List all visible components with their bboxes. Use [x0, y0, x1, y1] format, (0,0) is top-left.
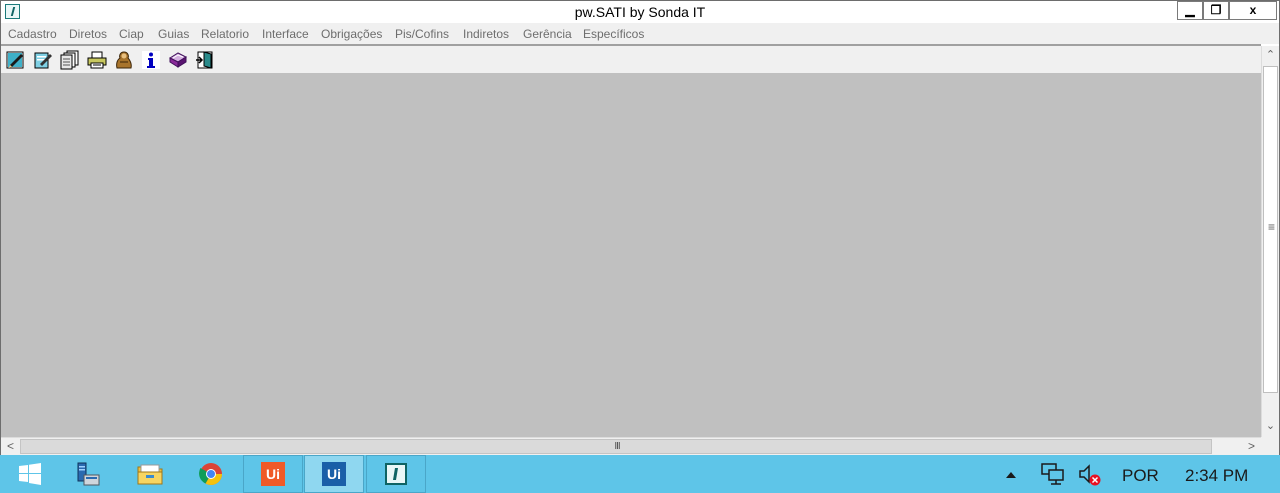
taskbar: Ui Ui POR 2:34 PM: [0, 455, 1280, 493]
show-hidden-icons-icon[interactable]: [1004, 468, 1018, 480]
scrollbar-corner: [1261, 437, 1279, 455]
vertical-grip-icon: ≡: [1267, 220, 1275, 234]
menu-guias[interactable]: Guias: [158, 27, 189, 41]
figure-icon[interactable]: [114, 50, 134, 70]
menu-especificos[interactable]: Específicos: [583, 27, 644, 41]
restore-button[interactable]: ❐: [1203, 1, 1229, 20]
scroll-down-button[interactable]: ⌄: [1262, 418, 1279, 435]
book-icon[interactable]: [168, 50, 188, 70]
menu-bar: Cadastro Diretos Ciap Guias Relatorio In…: [1, 23, 1279, 44]
menu-relatorio[interactable]: Relatorio: [201, 27, 249, 41]
menu-gerencia[interactable]: Gerência: [523, 27, 572, 41]
info-icon[interactable]: [141, 50, 161, 70]
vertical-scrollbar[interactable]: ⌃ ≡ ⌄: [1261, 46, 1279, 437]
menu-obrigacoes[interactable]: Obrigações: [321, 27, 382, 41]
horizontal-grip-icon: III: [614, 441, 620, 452]
menu-cadastro[interactable]: Cadastro: [8, 27, 57, 41]
menu-pis-cofins[interactable]: Pis/Cofins: [395, 27, 449, 41]
menu-diretos[interactable]: Diretos: [69, 27, 107, 41]
scroll-up-button[interactable]: ⌃: [1262, 47, 1279, 64]
printer-icon[interactable]: [87, 50, 107, 70]
network-icon[interactable]: [1040, 462, 1066, 486]
edit-doc-icon[interactable]: [33, 50, 53, 70]
language-indicator[interactable]: POR: [1122, 466, 1159, 486]
scroll-right-button[interactable]: >: [1243, 438, 1260, 455]
clock[interactable]: 2:34 PM: [1185, 466, 1248, 486]
uipath-studio-icon[interactable]: Ui: [243, 455, 303, 493]
file-explorer-icon[interactable]: [120, 455, 180, 493]
mdi-client-area[interactable]: [1, 73, 1261, 437]
server-manager-icon[interactable]: [58, 455, 118, 493]
copy-pages-icon[interactable]: [60, 50, 80, 70]
uipath-robot-icon[interactable]: Ui: [304, 455, 364, 493]
close-button[interactable]: x: [1229, 1, 1277, 20]
vertical-scroll-thumb[interactable]: ≡: [1263, 66, 1278, 393]
exit-door-icon[interactable]: [195, 50, 215, 70]
menu-ciap[interactable]: Ciap: [119, 27, 144, 41]
toolbar: [1, 46, 1261, 73]
minimize-button[interactable]: ▁: [1177, 1, 1203, 20]
horizontal-scrollbar[interactable]: < III >: [1, 437, 1261, 455]
svg-text:Ui: Ui: [266, 466, 280, 482]
app-window: pw.SATI by Sonda IT ▁ ❐ x Cadastro Diret…: [0, 0, 1280, 455]
window-title: pw.SATI by Sonda IT: [574, 4, 706, 20]
chrome-icon[interactable]: [181, 455, 241, 493]
pwsati-icon[interactable]: [366, 455, 426, 493]
windows-start-icon[interactable]: [0, 455, 60, 493]
menu-interface[interactable]: Interface: [262, 27, 309, 41]
volume-muted-icon[interactable]: [1077, 462, 1103, 488]
title-bar[interactable]: pw.SATI by Sonda IT ▁ ❐ x: [1, 1, 1279, 23]
scroll-left-button[interactable]: <: [2, 438, 19, 455]
horizontal-scroll-thumb[interactable]: III: [20, 439, 1212, 454]
menu-indiretos[interactable]: Indiretos: [463, 27, 509, 41]
svg-text:Ui: Ui: [327, 466, 341, 482]
edit-icon[interactable]: [6, 50, 26, 70]
